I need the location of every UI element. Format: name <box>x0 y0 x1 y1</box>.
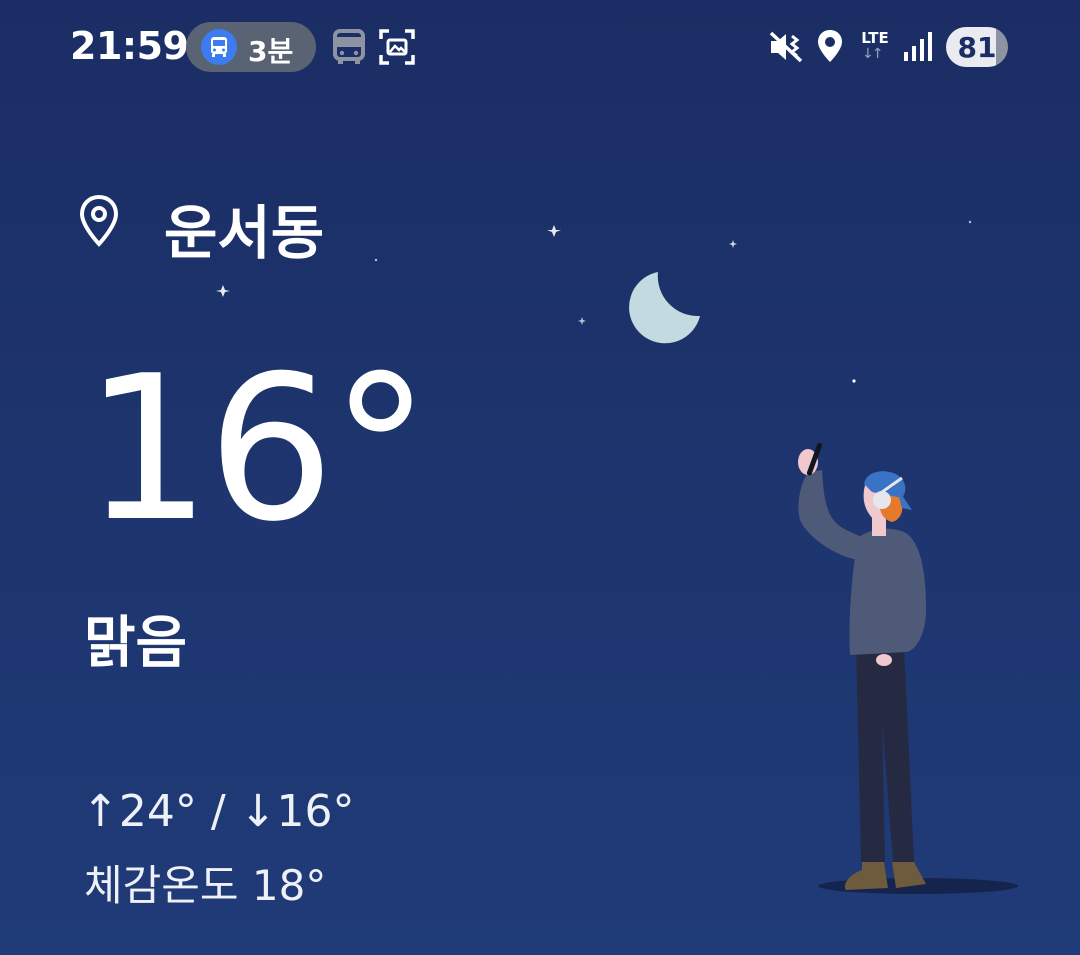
location-name: 운서동 <box>164 199 325 267</box>
weather-condition: 맑음 <box>84 611 188 676</box>
feels-like-temperature: 체감온도 18° <box>84 861 327 910</box>
current-temperature: 16° <box>84 333 430 566</box>
person-illustration <box>798 442 1018 894</box>
moon-icon <box>629 272 700 344</box>
high-low-temperature: ↑24° / ↓16° <box>82 786 355 837</box>
location-pin-icon <box>78 194 120 252</box>
